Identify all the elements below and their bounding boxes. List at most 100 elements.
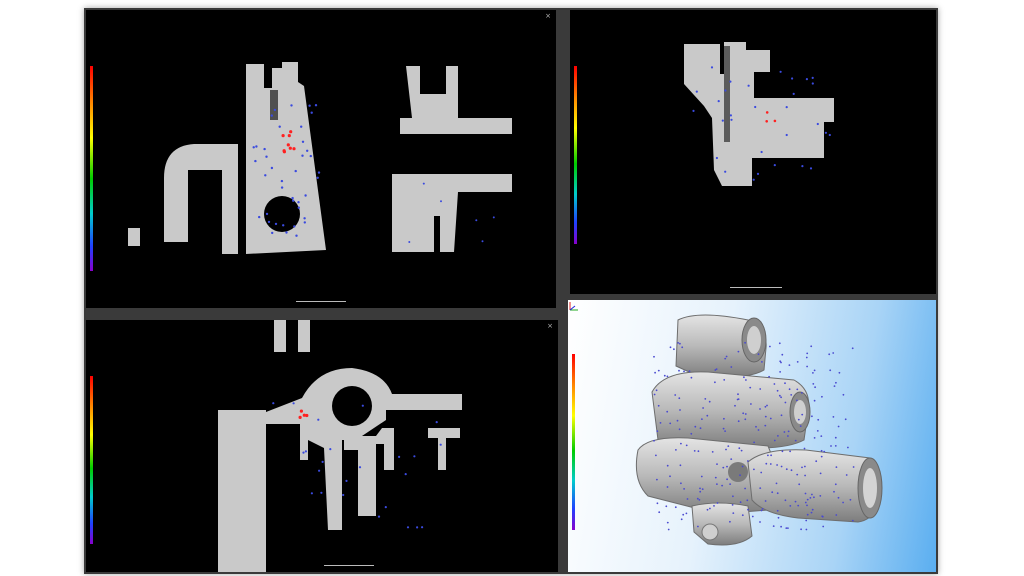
pore-marker [717, 100, 720, 103]
pore-marker [822, 525, 825, 528]
pore-marker [821, 515, 824, 518]
pore-marker [655, 454, 657, 457]
pore-marker [768, 375, 770, 378]
pore-marker [777, 435, 779, 437]
pore-marker [688, 370, 691, 373]
pore-marker [690, 432, 693, 435]
pore-marker [757, 429, 760, 431]
pore-marker [299, 409, 303, 413]
pore-marker [772, 525, 775, 527]
pore-marker [669, 475, 671, 478]
pore-marker [849, 498, 852, 501]
pore-marker [834, 445, 837, 447]
pore-marker [813, 369, 816, 372]
pore-marker [342, 493, 345, 497]
pore-marker [723, 417, 725, 420]
pore-marker [416, 526, 419, 529]
pore-marker [280, 179, 284, 183]
pore-marker [812, 383, 815, 385]
pore-marker [686, 498, 689, 500]
pore-marker [314, 104, 318, 107]
pore-marker [811, 415, 813, 418]
pore-marker [317, 171, 321, 174]
pore-marker [666, 375, 669, 378]
pore-marker [701, 418, 703, 420]
pore-marker [744, 487, 746, 490]
viewer-window: × × [84, 8, 938, 574]
pore-marker [764, 424, 767, 427]
pore-marker [398, 455, 401, 458]
pore-marker [734, 404, 736, 407]
pore-marker [329, 448, 332, 451]
pore-marker [274, 222, 278, 226]
pore-marker [345, 479, 348, 482]
pore-marker [816, 122, 819, 126]
pore-marker [675, 449, 677, 451]
pore-marker [408, 241, 411, 243]
pore-marker [794, 439, 797, 442]
pore-marker [760, 471, 763, 474]
pore-marker [778, 342, 781, 345]
slice-view-top-right[interactable] [570, 10, 936, 294]
pore-marker [765, 111, 769, 114]
pore-marker [820, 455, 823, 458]
pore-marker [796, 361, 799, 363]
pore-marker [828, 353, 831, 356]
pore-marker [788, 364, 791, 366]
pore-marker [828, 133, 831, 137]
pore-marker [440, 200, 442, 203]
pore-marker [679, 409, 681, 411]
pore-marker [747, 460, 749, 462]
3d-part-render [635, 314, 883, 546]
pore-marker [358, 466, 362, 469]
pore-marker [776, 464, 778, 466]
pore-marker [804, 501, 807, 504]
pore-marker [288, 146, 292, 150]
slice-view-bottom-left[interactable]: × [86, 320, 558, 572]
pore-marker [265, 155, 268, 158]
pore-marker [298, 415, 302, 419]
pore-marker [303, 221, 306, 224]
pore-marker [773, 119, 777, 123]
pore-marker [815, 460, 818, 463]
pore-marker [267, 220, 271, 224]
pore-marker [695, 90, 698, 93]
pore-marker [842, 501, 844, 504]
pore-marker [656, 430, 659, 433]
pore-marker [666, 464, 669, 467]
slice-view-top-left[interactable]: × [86, 10, 556, 308]
pore-marker [801, 466, 803, 469]
pore-marker [699, 487, 701, 490]
pore-marker [726, 465, 728, 468]
pore-marker [729, 80, 732, 83]
pore-marker [492, 216, 495, 219]
pore-marker [725, 355, 728, 358]
pore-marker [674, 506, 677, 509]
pore-marker [674, 394, 677, 396]
pore-marker [316, 176, 319, 179]
pore-marker [813, 399, 816, 402]
3d-render-view[interactable] [568, 300, 936, 572]
pore-marker [287, 134, 291, 138]
pore-marker [784, 382, 786, 385]
pore-marker [832, 352, 835, 354]
pore-marker [685, 444, 688, 447]
pore-marker [740, 449, 743, 452]
pore-marker [804, 474, 806, 477]
pore-marker [751, 515, 754, 518]
slice-image [684, 42, 834, 186]
pore-marker [715, 368, 718, 370]
pore-marker [731, 504, 734, 506]
pore-marker [700, 475, 703, 478]
pore-marker [852, 466, 855, 468]
pore-marker [780, 414, 783, 417]
pore-marker [301, 140, 305, 143]
pore-marker [286, 143, 290, 147]
pore-marker [300, 125, 303, 128]
pore-marker [780, 396, 782, 399]
pore-marker [310, 492, 313, 495]
pore-marker [653, 439, 655, 442]
pore-marker [760, 150, 763, 154]
pore-marker [776, 509, 779, 512]
pore-marker [741, 514, 744, 517]
